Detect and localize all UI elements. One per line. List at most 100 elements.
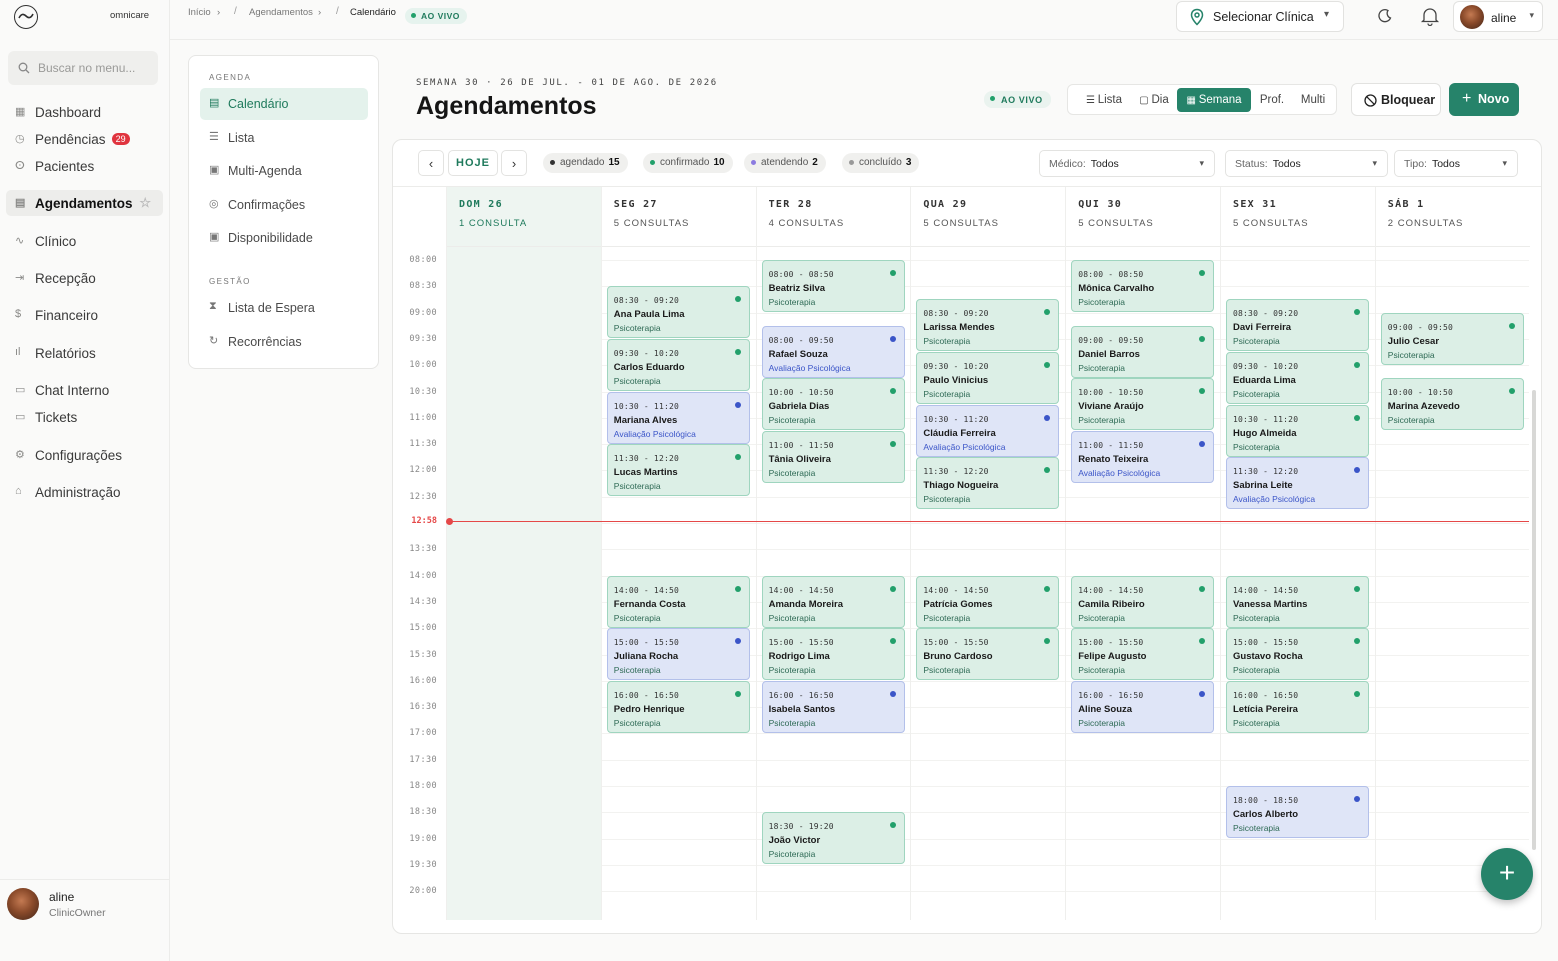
appointment-card[interactable]: 16:00 - 16:50 Aline Souza Psicoterapia (1071, 680, 1215, 733)
view-semana[interactable]: ▦ Semana (1177, 88, 1251, 112)
subnav-item[interactable]: ▤ Calendário (200, 88, 368, 120)
status-count-confirmado[interactable]: confirmado 10 (643, 153, 733, 173)
appointment-card[interactable]: 10:30 - 11:20 Cláudia Ferreira Avaliação P… (916, 404, 1060, 457)
appointment-card[interactable]: 14:00 - 14:50 Camila Ribeiro Psicoterapia (1071, 575, 1215, 628)
appointment-card[interactable]: 08:30 - 09:20 Ana Paula Lima Psicoterapia (606, 286, 750, 339)
floating-add-button[interactable]: + (1481, 848, 1533, 900)
sidebar-item-administracao[interactable]: ⌂ Administração (6, 479, 163, 505)
sidebar-item-clinico[interactable]: ∿ Clínico (6, 228, 163, 254)
appointment-card[interactable]: 10:00 - 10:50 Marina Azevedo Psicoterapia (1380, 378, 1524, 431)
sidebar-item-chat-interno[interactable]: ▭ Chat Interno (6, 377, 163, 403)
appointment-card[interactable]: 09:30 - 10:20 Paulo Vinicius Psicoterapia (916, 352, 1060, 405)
appointment-card[interactable]: 10:30 - 11:20 Mariana Alves Avaliação Psic… (606, 391, 750, 444)
next-week-button[interactable]: › (501, 150, 527, 176)
filter-status-select[interactable]: Status: Todos ▾ (1225, 150, 1388, 177)
appointment-card[interactable]: 14:00 - 14:50 Fernanda Costa Psicoterapia (606, 575, 750, 628)
calendar-scrollbar[interactable] (1532, 390, 1536, 850)
breadcrumb-agendamentos[interactable]: Agendamentos (249, 7, 313, 18)
appointment-card[interactable]: 08:00 - 08:50 Beatriz Silva Psicoterapia (761, 260, 905, 312)
sidebar-item-configuracoes[interactable]: ⚙ Configurações (6, 442, 163, 468)
appointment-card[interactable]: 14:00 - 14:50 Patrícia Gomes Psicoterapia (916, 575, 1060, 628)
bell-icon[interactable] (1420, 6, 1440, 26)
status-count-agendado[interactable]: agendado 15 (543, 153, 628, 173)
subnav-item[interactable]: ↻ Recorrências (200, 326, 368, 358)
day-header[interactable]: SEG 27 5 CONSULTAS (601, 187, 756, 247)
omnicare-logo-icon[interactable] (14, 5, 38, 29)
patient-name: Isabela Santos (768, 703, 836, 715)
appointment-card[interactable]: 16:00 - 16:50 Pedro Henrique Psicoterapia (606, 680, 750, 733)
star-icon[interactable]: ☆ (139, 195, 151, 211)
sidebar-item-pendencias[interactable]: ◷ Pendências 29 (6, 126, 163, 152)
appointment-card[interactable]: 11:30 - 12:20 Thiago Nogueira Psicoterapia (916, 457, 1060, 510)
menu-search-input[interactable]: Buscar no menu... (8, 51, 158, 85)
clinic-select[interactable]: Selecionar Clínica ▾ (1176, 1, 1344, 32)
appointment-card[interactable]: 10:00 - 10:50 Viviane Araújo Psicoterapia (1071, 378, 1215, 431)
sidebar-item-relatorios[interactable]: ıl Relatórios (6, 340, 163, 366)
appointment-card[interactable]: 16:00 - 16:50 Isabela Santos Psicoterapia (761, 680, 905, 733)
appointment-card[interactable]: 08:00 - 08:50 Mônica Carvalho Psicoterapia (1071, 260, 1215, 312)
appointment-card[interactable]: 09:00 - 09:50 Daniel Barros Psicoterapia (1071, 325, 1215, 378)
subnav-item[interactable]: ⧗ Lista de Espera (200, 292, 368, 324)
appointment-card[interactable]: 14:00 - 14:50 Amanda Moreira Psicoterapia (761, 575, 905, 628)
appointment-type: Psicoterapia (923, 612, 971, 623)
subnav-item[interactable]: ☰ Lista (200, 122, 368, 154)
appointment-type: Psicoterapia (1387, 349, 1435, 360)
day-column: DOM 26 1 CONSULTA (446, 187, 601, 920)
day-header[interactable]: QUA 29 5 CONSULTAS (911, 187, 1066, 247)
sidebar-item-pacientes[interactable]: ⵙ Pacientes (6, 153, 163, 179)
appointment-card[interactable]: 11:00 - 11:50 Renato Teixeira Avaliação Ps… (1071, 430, 1215, 483)
status-dot (734, 296, 741, 303)
day-header[interactable]: SEX 31 5 CONSULTAS (1221, 187, 1375, 247)
day-header[interactable]: DOM 26 1 CONSULTA (447, 187, 601, 247)
appointment-card[interactable]: 08:30 - 09:20 Larissa Mendes Psicoterapia (916, 299, 1060, 352)
view-lista[interactable]: ☰ Lista (1080, 88, 1128, 112)
breadcrumb-inicio[interactable]: Início (188, 7, 211, 18)
appointment-card[interactable]: 14:00 - 14:50 Vanessa Martins Psicoterapia (1226, 575, 1369, 628)
day-header[interactable]: QUI 30 5 CONSULTAS (1066, 187, 1221, 247)
day-header[interactable]: TER 28 4 CONSULTAS (756, 187, 911, 247)
appointment-card[interactable]: 11:00 - 11:50 Tânia Oliveira Psicoterapia (761, 430, 905, 483)
appointment-card[interactable]: 15:00 - 15:50 Felipe Augusto Psicoterapia (1071, 628, 1215, 681)
view-dia[interactable]: ▢ Dia (1134, 88, 1174, 112)
view-multi[interactable]: Multi (1294, 88, 1332, 112)
subnav-item[interactable]: ◎ Confirmações (200, 189, 368, 221)
moon-icon[interactable] (1377, 8, 1393, 24)
sidebar-item-tickets[interactable]: ▭ Tickets (6, 404, 163, 430)
subnav-item[interactable]: ▣ Multi-Agenda (200, 155, 368, 187)
sidebar-item-financeiro[interactable]: $ Financeiro (6, 302, 163, 328)
appointment-card[interactable]: 18:00 - 18:50 Carlos Alberto Psicoterapia (1226, 786, 1369, 838)
status-dot (1199, 585, 1206, 592)
filter-medico-select[interactable]: Médico: Todos ▾ (1039, 150, 1215, 177)
appointment-card[interactable]: 15:00 - 15:50 Rodrigo Lima Psicoterapia (761, 628, 905, 681)
status-count-concluido[interactable]: concluído 3 (842, 153, 920, 173)
appointment-card[interactable]: 10:30 - 11:20 Hugo Almeida Psicoterapia (1226, 404, 1369, 457)
status-count-atendendo[interactable]: atendendo 2 (744, 153, 826, 173)
appointment-time: 16:00 - 16:50 (768, 690, 834, 700)
appointment-card[interactable]: 15:00 - 15:50 Gustavo Rocha Psicoterapia (1226, 628, 1369, 681)
today-button[interactable]: HOJE (448, 150, 498, 176)
sidebar-user[interactable]: aline ClinicOwner (0, 879, 170, 961)
appointment-card[interactable]: 15:00 - 15:50 Juliana Rocha Psicoterapia (606, 628, 750, 681)
appointment-card[interactable]: 11:30 - 12:20 Sabrina Leite Avaliação Psic… (1226, 457, 1369, 510)
view-prof[interactable]: Prof. (1255, 88, 1289, 112)
day-header[interactable]: SÁB 1 2 CONSULTAS (1375, 187, 1530, 247)
sidebar-item-recepcao[interactable]: ⇥ Recepção (6, 265, 163, 291)
appointment-card[interactable]: 15:00 - 15:50 Bruno Cardoso Psicoterapia (916, 628, 1060, 681)
new-appointment-button[interactable]: + Novo (1449, 83, 1519, 116)
appointment-card[interactable]: 09:30 - 10:20 Carlos Eduardo Psicoterapia (606, 338, 750, 391)
block-button[interactable]: Bloquear (1351, 83, 1441, 116)
prev-week-button[interactable]: ‹ (418, 150, 444, 176)
appointment-card[interactable]: 09:00 - 09:50 Julio Cesar Psicoterapia (1380, 312, 1524, 365)
appointment-card[interactable]: 10:00 - 10:50 Gabriela Dias Psicoterapia (761, 378, 905, 431)
sidebar-item-dashboard[interactable]: ▦ Dashboard (6, 99, 163, 125)
subnav-item[interactable]: ▣ Disponibilidade (200, 222, 368, 254)
appointment-card[interactable]: 08:30 - 09:20 Davi Ferreira Psicoterapia (1226, 299, 1369, 352)
appointment-card[interactable]: 08:00 - 09:50 Rafael Souza Avaliação Psico… (761, 325, 905, 378)
sidebar-item-agendamentos[interactable]: ▤ Agendamentos ☆ (6, 190, 163, 216)
appointment-card[interactable]: 16:00 - 16:50 Letícia Pereira Psicoterapia (1226, 680, 1369, 733)
user-menu[interactable]: aline ▾ (1453, 1, 1543, 32)
appointment-card[interactable]: 18:30 - 19:20 João Victor Psicoterapia (761, 812, 905, 865)
appointment-card[interactable]: 11:30 - 12:20 Lucas Martins Psicoterapia (606, 444, 750, 497)
filter-tipo-select[interactable]: Tipo: Todos ▾ (1394, 150, 1518, 177)
appointment-card[interactable]: 09:30 - 10:20 Eduarda Lima Psicoterapia (1226, 352, 1369, 405)
